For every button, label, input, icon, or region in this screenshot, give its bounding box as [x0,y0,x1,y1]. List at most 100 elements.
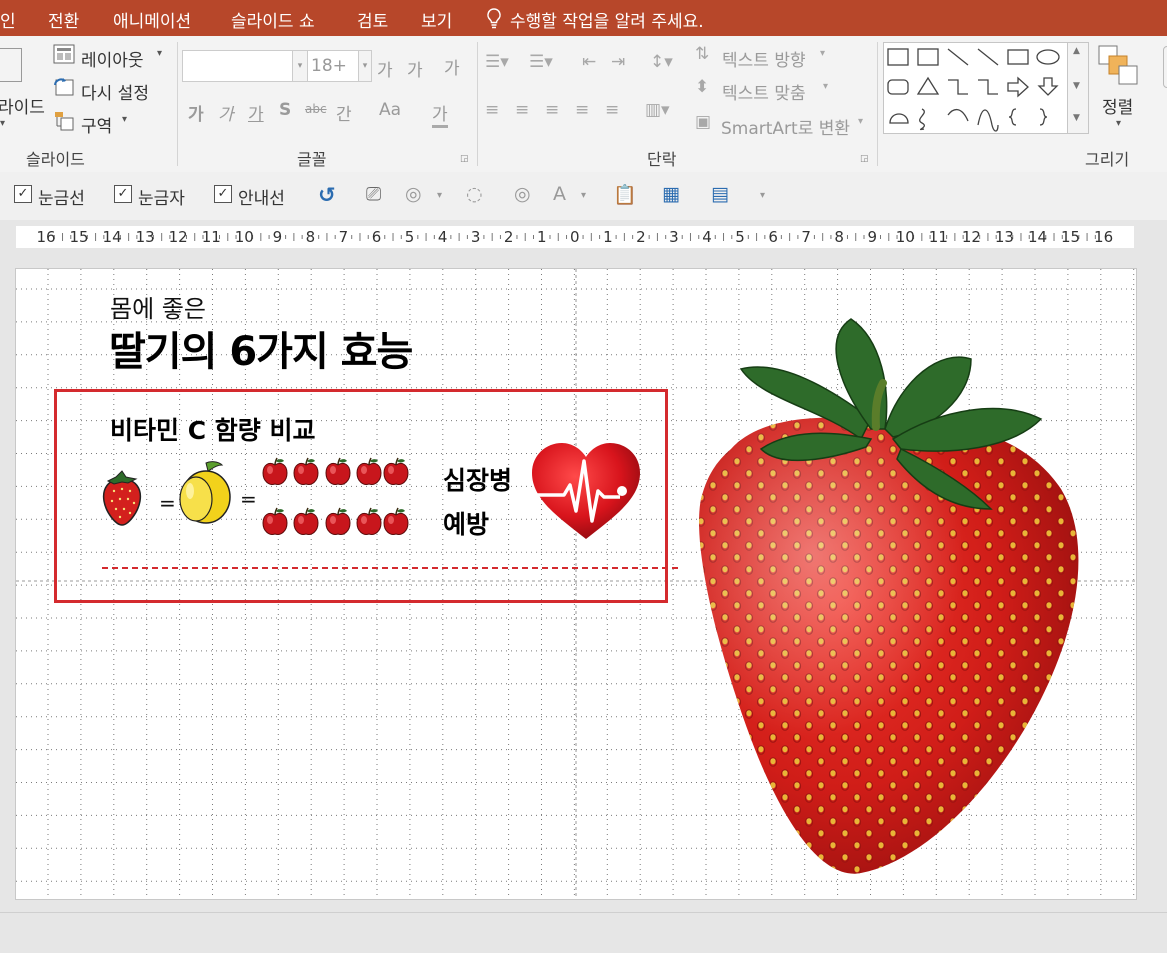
tell-me-search[interactable]: 수행할 작업을 알려 주세요. [510,7,704,32]
section-dropdown-icon[interactable]: ▾ [122,114,127,125]
char-spacing-button[interactable]: 간 [336,100,352,125]
apple-icon[interactable] [324,457,352,491]
apple-icon[interactable] [355,457,383,491]
shapes-gallery[interactable] [883,42,1069,134]
heart-pulse-icon[interactable] [528,441,644,543]
scroll-up-icon[interactable]: ▲ [1073,46,1080,56]
intersect-icon[interactable]: ◎ [514,183,531,205]
arrange-button[interactable]: 정렬 [1102,93,1133,118]
underline-button[interactable]: 가 [248,100,264,125]
clear-format-button[interactable]: 가 [444,54,460,79]
increase-indent-icon[interactable]: ⇥ [611,52,625,72]
slides-group-label: 슬라이드 [26,150,85,169]
merge-dropdown-icon[interactable]: ▾ [437,190,442,201]
ruler-tick-label: 5 [735,228,745,246]
new-slide-dropdown-icon[interactable]: ▾ [0,118,5,129]
toolbar-overflow-icon[interactable]: ▾ [760,190,765,201]
reset-button[interactable]: 다시 설정 [81,79,149,104]
apple-icon[interactable] [324,507,352,541]
ruler-label: 눈금자 [138,189,185,209]
heart-disease-label-line2[interactable]: 예방 [443,505,489,541]
apple-icon[interactable] [382,507,410,541]
new-slide-icon[interactable] [0,48,22,82]
apple-icon[interactable] [382,457,410,491]
layout-dropdown-icon[interactable]: ▾ [157,48,162,59]
slide-title[interactable]: 딸기의 6가지 효능 [109,319,413,377]
picture-present-icon[interactable]: ▦ [662,183,680,205]
shape-fill-icon[interactable]: ◌ [466,183,483,205]
align-text-dropdown-icon[interactable]: ▾ [823,81,828,92]
shrink-font-button[interactable]: 가 [407,56,423,81]
font-name-dropdown-icon[interactable]: ▾ [292,50,308,82]
lemon-icon[interactable] [176,459,234,529]
arrange-dropdown-icon[interactable]: ▾ [1116,118,1121,129]
menu-slideshow[interactable]: 슬라이드 쇼 [231,7,315,32]
text-direction-button[interactable]: 텍스트 방향 [722,46,806,71]
align-center-icon[interactable]: ≡ [515,100,529,120]
align-text-button[interactable]: 텍스트 맞춤 [722,79,806,104]
quick-styles-icon[interactable] [1163,46,1167,88]
merge-shapes-icon[interactable]: ◎ [405,183,422,205]
paragraph-dialog-launcher-icon[interactable]: ◲ [860,154,869,164]
bullets-icon[interactable]: ☰▾ [485,52,509,72]
gridlines-checkbox[interactable]: ✓ [14,185,32,203]
ruler-checkbox[interactable]: ✓ [114,185,132,203]
section-button[interactable]: 구역 [81,112,112,137]
new-slide-button[interactable]: 라이드 [0,93,45,118]
text-effects-dropdown-icon[interactable]: ▾ [581,190,586,201]
lightbulb-icon [484,7,504,34]
text-direction-icon: ⇅ [695,44,710,64]
decrease-indent-icon[interactable]: ⇤ [582,52,596,72]
guides-checkbox[interactable]: ✓ [214,185,232,203]
heart-disease-label-line1[interactable]: 심장병 [443,461,512,497]
columns-icon[interactable]: ▥▾ [645,100,670,120]
ruler-tick-label: 13 [135,228,155,246]
smartart-convert-button[interactable]: SmartArt로 변환 [721,114,850,139]
menu-review[interactable]: 검토 [357,7,388,32]
ruler-tick-label: 12 [168,228,188,246]
refresh-icon[interactable]: ↺ [318,183,336,207]
shapes-gallery-icons [887,48,1060,132]
text-effects-icon[interactable]: A [553,183,566,205]
apple-icon[interactable] [355,507,383,541]
scroll-down-icon[interactable]: ▼ [1073,81,1080,91]
bold-button[interactable]: 가 [188,100,204,125]
layout-button[interactable]: 레이아웃 [81,46,144,71]
strikethrough-button[interactable]: abc [305,102,327,116]
dashed-divider[interactable] [102,567,678,569]
menu-view[interactable]: 보기 [421,7,452,32]
apple-icon[interactable] [261,457,289,491]
strawberry-small-icon[interactable] [100,469,144,527]
italic-button[interactable]: 가 [218,100,234,125]
apple-icon[interactable] [292,507,320,541]
align-left-icon[interactable]: ≡ [485,100,499,120]
vitamin-heading[interactable]: 비타민 C 함량 비교 [110,411,315,447]
font-name-combobox[interactable] [182,50,294,82]
shadow-button[interactable]: S [279,100,291,120]
slideshow-icon[interactable]: ⎚ [366,183,381,205]
slide[interactable]: 몸에 좋은 딸기의 6가지 효능 비타민 C 함량 비교 = = 심장병 예방 [15,268,1137,900]
apple-icon[interactable] [261,507,289,541]
menu-animations[interactable]: 애니메이션 [113,7,191,32]
picture-web-icon[interactable]: ▤ [711,183,729,205]
menu-transitions[interactable]: 전환 [48,7,79,32]
numbering-icon[interactable]: ☰▾ [529,52,553,72]
smartart-dropdown-icon[interactable]: ▾ [858,116,863,127]
justify-icon[interactable]: ≡ [575,100,589,120]
text-direction-dropdown-icon[interactable]: ▾ [820,48,825,59]
strawberry-large-image[interactable] [671,299,1091,879]
clipboard-icon[interactable]: 📋 [613,183,637,206]
line-spacing-icon[interactable]: ↕▾ [650,52,673,72]
font-size-input[interactable]: 18+ [307,50,362,82]
shapes-gallery-scroll[interactable]: ▲ ▼ ▼ [1067,42,1089,134]
font-size-dropdown-icon[interactable]: ▾ [358,50,372,82]
apple-icon[interactable] [292,457,320,491]
font-color-button[interactable]: 가 [432,100,448,128]
gallery-more-icon[interactable]: ▼ [1073,113,1080,123]
menu-design-partial[interactable]: 인 [0,7,16,32]
distributed-icon[interactable]: ≡ [605,100,619,120]
align-right-icon[interactable]: ≡ [545,100,559,120]
change-case-button[interactable]: Aa [379,100,401,120]
grow-font-button[interactable]: 가 [377,56,393,81]
font-dialog-launcher-icon[interactable]: ◲ [460,154,469,164]
